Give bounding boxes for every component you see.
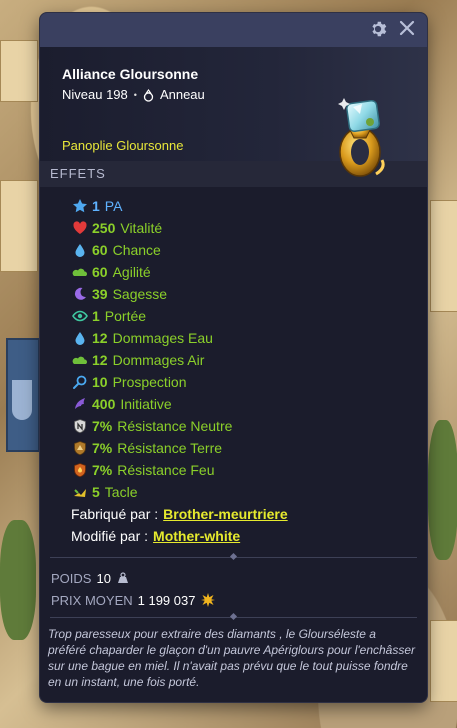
shield-neutral-icon bbox=[74, 419, 86, 434]
effect-value: 1 bbox=[92, 308, 100, 324]
effect-label: Sagesse bbox=[112, 286, 168, 302]
shield-fire-icon bbox=[74, 463, 86, 478]
modifier-link[interactable]: Mother-white bbox=[153, 528, 240, 544]
effects-list: 1 PA 250 Vitalité 60 Chance 60 Agilité 3… bbox=[40, 187, 427, 547]
effect-value: 12 bbox=[92, 330, 108, 346]
divider bbox=[50, 552, 417, 561]
item-description: Trop paresseux pour extraire des diamant… bbox=[48, 627, 416, 689]
effect-label: Résistance Feu bbox=[117, 462, 215, 478]
separator: • bbox=[133, 89, 137, 100]
effect-value: 60 bbox=[92, 242, 108, 258]
effect-row: 7% Résistance Neutre bbox=[40, 415, 427, 437]
effect-label: Dommages Air bbox=[112, 352, 205, 368]
effect-value: 5 bbox=[92, 484, 100, 500]
effect-value: 7% bbox=[92, 462, 113, 478]
close-icon[interactable] bbox=[397, 20, 417, 40]
effect-value: 39 bbox=[92, 286, 108, 302]
effect-row: 7% Résistance Feu bbox=[40, 459, 427, 481]
magnifier-icon bbox=[73, 375, 87, 389]
item-level-line: Niveau 198 • Anneau bbox=[62, 87, 205, 102]
star-icon bbox=[73, 199, 87, 213]
effect-value: 10 bbox=[92, 374, 108, 390]
tackle-icon bbox=[74, 489, 86, 497]
effect-label: Chance bbox=[112, 242, 161, 258]
item-tooltip-panel: Alliance Gloursonne Niveau 198 • Anneau … bbox=[40, 13, 427, 702]
water-drop-icon bbox=[75, 244, 85, 257]
weight-label: POIDS bbox=[51, 570, 92, 586]
air-cloud-icon bbox=[72, 268, 87, 276]
modified-by-label: Modifié par : bbox=[71, 528, 149, 544]
wing-icon bbox=[75, 398, 85, 409]
item-stats: POIDS 10 PRIX MOYEN 1 199 037 bbox=[40, 558, 427, 617]
modified-by-row: Modifié par : Mother-white bbox=[40, 525, 427, 547]
effect-row: 10 Prospection bbox=[40, 371, 427, 393]
effect-row: 1 Portée bbox=[40, 305, 427, 327]
effect-label: Portée bbox=[104, 308, 147, 324]
effect-label: Dommages Eau bbox=[112, 330, 213, 346]
effect-value: 250 bbox=[92, 220, 116, 236]
weight-row: POIDS 10 bbox=[51, 567, 427, 589]
water-drop-icon bbox=[75, 332, 85, 345]
effect-row: 400 Initiative bbox=[40, 393, 427, 415]
gear-icon[interactable] bbox=[368, 20, 388, 40]
eye-icon bbox=[72, 310, 88, 322]
price-row: PRIX MOYEN 1 199 037 bbox=[51, 589, 427, 611]
effect-label: Tacle bbox=[104, 484, 138, 500]
effect-row: 12 Dommages Eau bbox=[40, 327, 427, 349]
weight-value: 10 bbox=[96, 570, 111, 586]
banner-decoration bbox=[6, 338, 40, 452]
kamas-icon bbox=[201, 593, 216, 607]
divider bbox=[50, 612, 417, 621]
effect-label: Résistance Neutre bbox=[117, 418, 233, 434]
effect-label: Initiative bbox=[120, 396, 172, 412]
crafter-link[interactable]: Brother-meurtriere bbox=[163, 506, 287, 522]
effect-row: 5 Tacle bbox=[40, 481, 427, 503]
item-type: Anneau bbox=[159, 87, 205, 102]
effect-row: 60 Chance bbox=[40, 239, 427, 261]
item-name: Alliance Gloursonne bbox=[62, 66, 199, 82]
item-set-name[interactable]: Panoplie Gloursonne bbox=[62, 138, 183, 153]
item-header: Alliance Gloursonne Niveau 198 • Anneau … bbox=[40, 47, 427, 177]
effect-row: 1 PA bbox=[40, 195, 427, 217]
price-value: 1 199 037 bbox=[137, 592, 196, 608]
weight-icon bbox=[117, 572, 128, 583]
effect-row: 12 Dommages Air bbox=[40, 349, 427, 371]
effect-value: 7% bbox=[92, 440, 113, 456]
item-level: Niveau 198 bbox=[62, 87, 128, 102]
ring-type-icon bbox=[143, 88, 154, 102]
effect-row: 250 Vitalité bbox=[40, 217, 427, 239]
effect-row: 39 Sagesse bbox=[40, 283, 427, 305]
moon-icon bbox=[74, 287, 86, 300]
effect-value: 400 bbox=[92, 396, 116, 412]
effect-label: Vitalité bbox=[120, 220, 163, 236]
effect-label: Prospection bbox=[112, 374, 187, 390]
effect-value: 1 bbox=[92, 198, 100, 214]
effect-label: PA bbox=[104, 198, 123, 214]
crafted-by-row: Fabriqué par : Brother-meurtriere bbox=[40, 503, 427, 525]
effect-value: 12 bbox=[92, 352, 108, 368]
heart-icon bbox=[73, 221, 87, 234]
effect-value: 7% bbox=[92, 418, 113, 434]
shield-earth-icon bbox=[74, 441, 86, 456]
effect-value: 60 bbox=[92, 264, 108, 280]
tooltip-topbar bbox=[40, 13, 427, 47]
crafted-by-label: Fabriqué par : bbox=[71, 506, 159, 522]
price-label: PRIX MOYEN bbox=[51, 592, 133, 608]
effect-label: Agilité bbox=[112, 264, 151, 280]
ring-item-image bbox=[326, 90, 398, 182]
effect-row: 7% Résistance Terre bbox=[40, 437, 427, 459]
effect-label: Résistance Terre bbox=[117, 440, 223, 456]
effect-row: 60 Agilité bbox=[40, 261, 427, 283]
air-cloud-icon bbox=[72, 356, 87, 364]
